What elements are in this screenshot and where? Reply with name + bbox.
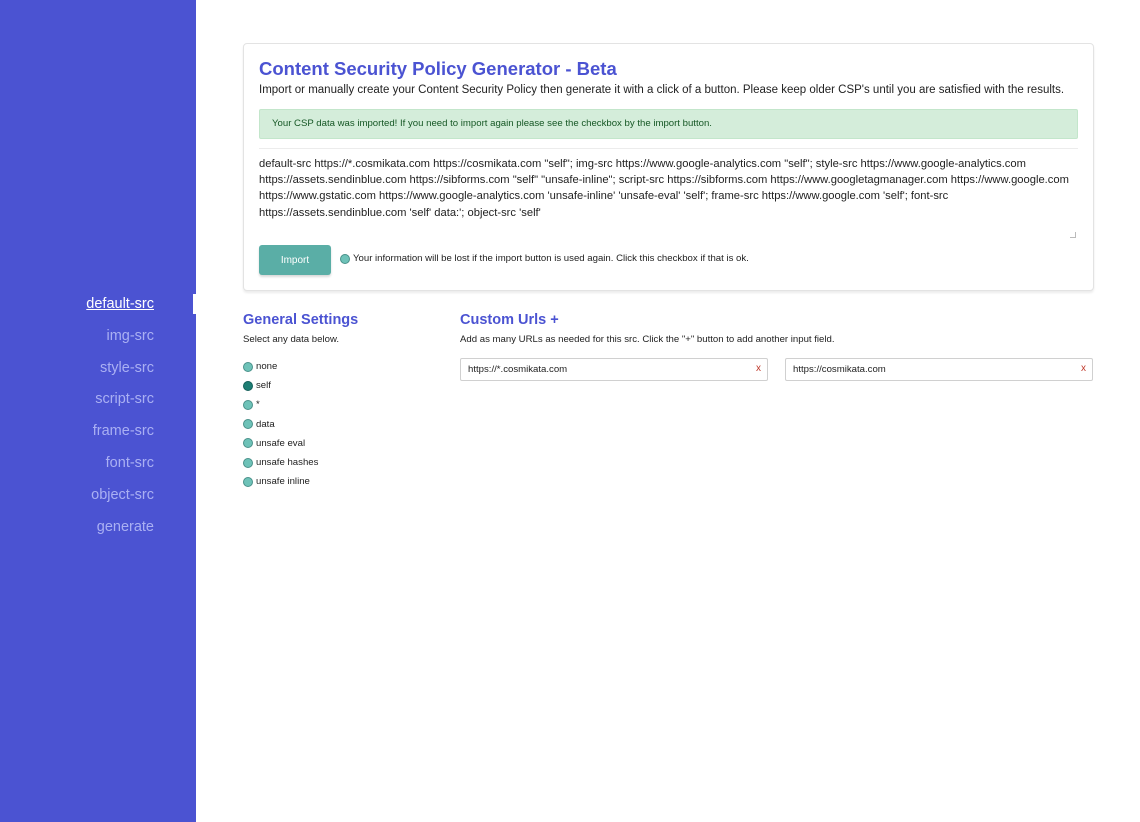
sidebar-item-frame-src[interactable]: frame-src: [0, 421, 196, 453]
custom-url-row: x: [785, 358, 1093, 381]
custom-url-row: x: [460, 358, 768, 381]
sidebar: default-src img-src style-src script-src…: [0, 0, 196, 822]
option-self-radio[interactable]: [243, 380, 253, 391]
textarea-resize-handle[interactable]: [1070, 232, 1076, 238]
import-warning-row: Your information will be lost if the imp…: [340, 253, 749, 264]
import-confirm-checkbox[interactable]: [340, 253, 350, 264]
custom-url-input[interactable]: [461, 359, 741, 380]
import-button[interactable]: Import: [259, 245, 331, 275]
general-settings-panel: General Settings Select any data below. …: [243, 312, 443, 491]
custom-url-input[interactable]: [786, 359, 1066, 380]
option-self[interactable]: self: [243, 376, 443, 395]
sidebar-link-img-src[interactable]: img-src: [106, 326, 154, 346]
general-settings-options: none self * data unsafe eval unsafe hash…: [243, 357, 443, 491]
option-label: unsafe eval: [256, 437, 306, 449]
sidebar-item-script-src[interactable]: script-src: [0, 389, 196, 421]
sidebar-link-generate[interactable]: generate: [97, 517, 154, 537]
sidebar-item-img-src[interactable]: img-src: [0, 326, 196, 358]
sidebar-nav: default-src img-src style-src script-src…: [0, 294, 196, 548]
custom-urls-title[interactable]: Custom Urls +: [460, 312, 1100, 328]
option-label: *: [256, 399, 260, 411]
option-unsafe-eval[interactable]: unsafe eval: [243, 434, 443, 453]
remove-url-button[interactable]: x: [756, 363, 761, 374]
option-label: unsafe inline: [256, 476, 310, 488]
option-label: none: [256, 361, 278, 373]
sidebar-link-frame-src[interactable]: frame-src: [93, 421, 154, 441]
sidebar-link-default-src[interactable]: default-src: [86, 294, 154, 314]
sidebar-link-font-src[interactable]: font-src: [106, 453, 154, 473]
sidebar-item-generate[interactable]: generate: [0, 517, 196, 549]
option-none[interactable]: none: [243, 357, 443, 376]
remove-url-button[interactable]: x: [1081, 363, 1086, 374]
option-data[interactable]: data: [243, 415, 443, 434]
option-unsafe-hashes[interactable]: unsafe hashes: [243, 453, 443, 472]
option-none-radio[interactable]: [243, 361, 253, 372]
import-warning-text: Your information will be lost if the imp…: [353, 253, 749, 264]
sidebar-item-default-src[interactable]: default-src: [0, 294, 196, 326]
option-label: data: [256, 418, 275, 430]
import-card: Content Security Policy Generator - Beta…: [243, 43, 1094, 291]
custom-urls-panel: Custom Urls + Add as many URLs as needed…: [460, 312, 1100, 381]
page-title: Content Security Policy Generator - Beta: [259, 58, 617, 79]
option-unsafe-eval-radio[interactable]: [243, 438, 253, 449]
option-unsafe-inline[interactable]: unsafe inline: [243, 472, 443, 491]
general-settings-title: General Settings: [243, 312, 359, 328]
option-wildcard-radio[interactable]: [243, 399, 253, 410]
sidebar-item-font-src[interactable]: font-src: [0, 453, 196, 485]
divider: [259, 148, 1078, 149]
general-settings-description: Select any data below.: [243, 334, 340, 345]
option-unsafe-hashes-radio[interactable]: [243, 457, 253, 468]
option-data-radio[interactable]: [243, 419, 253, 430]
sidebar-link-script-src[interactable]: script-src: [95, 389, 154, 409]
custom-urls-description: Add as many URLs as needed for this src.…: [460, 334, 835, 345]
page-subtitle: Import or manually create your Content S…: [259, 84, 1065, 96]
csp-import-textarea[interactable]: [259, 156, 1078, 240]
sidebar-link-style-src[interactable]: style-src: [100, 358, 154, 378]
option-unsafe-inline-radio[interactable]: [243, 476, 253, 487]
sidebar-item-style-src[interactable]: style-src: [0, 358, 196, 390]
import-success-alert: Your CSP data was imported! If you need …: [259, 109, 1078, 139]
option-wildcard[interactable]: *: [243, 395, 443, 414]
option-label: self: [256, 380, 271, 392]
option-label: unsafe hashes: [256, 457, 319, 469]
sidebar-link-object-src[interactable]: object-src: [91, 485, 154, 505]
sidebar-item-object-src[interactable]: object-src: [0, 485, 196, 517]
